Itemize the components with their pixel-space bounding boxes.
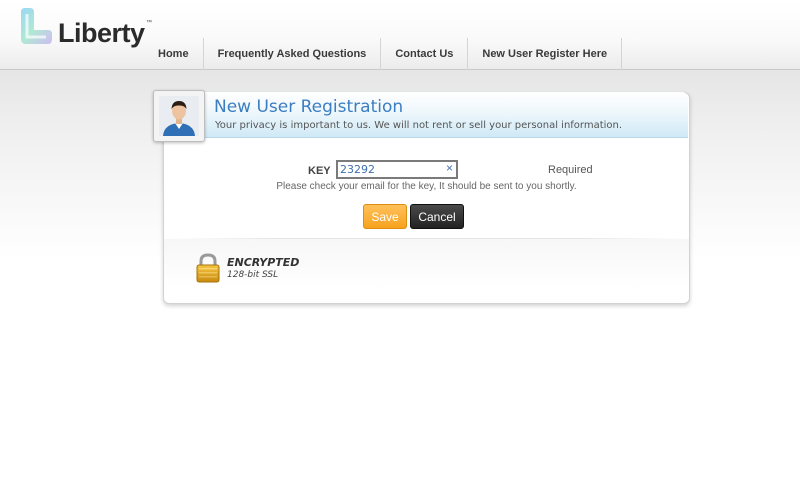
key-field: × bbox=[336, 160, 458, 179]
key-hint: Please check your email for the key, It … bbox=[276, 181, 577, 192]
encrypted-subtitle: 128-bit SSL bbox=[227, 270, 279, 280]
main-nav: Home Frequently Asked Questions Contact … bbox=[144, 38, 623, 70]
avatar bbox=[153, 90, 205, 142]
nav-faq[interactable]: Frequently Asked Questions bbox=[204, 38, 382, 70]
logo-text: Liberty bbox=[58, 18, 145, 48]
site-logo[interactable]: Liberty ™ bbox=[18, 6, 153, 50]
cancel-button[interactable]: Cancel bbox=[410, 204, 464, 229]
save-button[interactable]: Save bbox=[363, 204, 407, 229]
nav-contact-us[interactable]: Contact Us bbox=[381, 38, 469, 70]
logo-trademark: ™ bbox=[146, 20, 152, 26]
key-label: KEY bbox=[308, 165, 331, 177]
privacy-note: Your privacy is important to us. We will… bbox=[215, 120, 623, 131]
padlock-icon bbox=[196, 253, 220, 283]
required-text: Required bbox=[548, 164, 593, 176]
user-avatar-icon bbox=[159, 96, 199, 136]
liberty-logo-icon bbox=[21, 8, 52, 44]
nav-home[interactable]: Home bbox=[144, 38, 204, 70]
site-header: Liberty ™ Home Frequently Asked Question… bbox=[0, 0, 800, 70]
encrypted-title: ENCRYPTED bbox=[227, 256, 300, 269]
page-title: New User Registration bbox=[214, 97, 404, 117]
clear-icon[interactable]: × bbox=[446, 161, 453, 176]
nav-new-user-register[interactable]: New User Register Here bbox=[468, 38, 623, 70]
key-input[interactable] bbox=[340, 162, 440, 177]
